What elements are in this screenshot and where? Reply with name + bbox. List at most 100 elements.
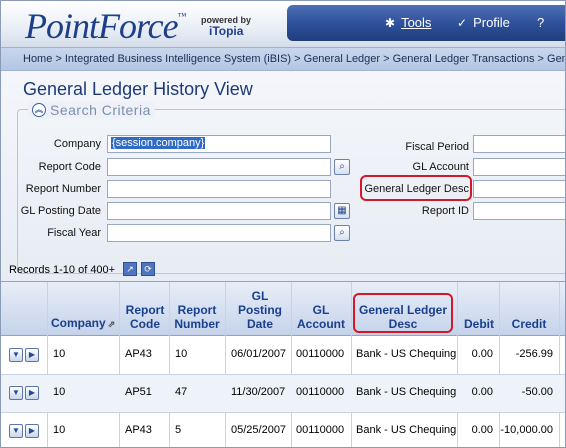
report-number-input[interactable] xyxy=(107,180,331,198)
search-criteria-header[interactable]: ︽ Search Criteria xyxy=(28,102,155,118)
nav-profile[interactable]: ✓ Profile xyxy=(457,15,510,30)
open-row-icon[interactable]: ▶ xyxy=(25,386,39,400)
cell-company: 10 xyxy=(53,386,66,398)
col-posting-date-line2: Posting xyxy=(238,303,282,317)
col-credit[interactable]: Credit xyxy=(501,317,557,331)
refresh-icon[interactable]: ⟳ xyxy=(141,262,155,276)
col-report-number-line1: Report xyxy=(177,303,217,317)
fiscal-year-input[interactable] xyxy=(107,224,331,242)
col-gl-account-line2: Account xyxy=(297,317,345,331)
col-debit[interactable]: Debit xyxy=(461,317,497,331)
gl-desc-input[interactable] xyxy=(473,180,565,198)
cell-report-code: AP43 xyxy=(125,424,152,436)
top-nav-bar: ✱ Tools ✓ Profile ? xyxy=(287,5,565,41)
breadcrumb-bar: Home > Integrated Business Intelligence … xyxy=(1,47,565,71)
table-row[interactable]: ▼ ▶ 10 AP43 5 05/25/2007 00110000 Bank -… xyxy=(1,413,565,447)
gl-account-label: GL Account xyxy=(412,161,469,173)
tools-icon: ✱ xyxy=(385,15,396,30)
nav-profile-label: Profile xyxy=(473,15,510,30)
cell-company: 10 xyxy=(53,348,66,360)
nav-tools[interactable]: ✱ Tools xyxy=(385,15,431,30)
app-header: PointForce™ powered by iTopia ✱ Tools ✓ … xyxy=(1,1,565,47)
col-posting-date-line3: Date xyxy=(246,317,273,331)
cell-gl-desc: Bank - US Chequing xyxy=(356,348,457,360)
open-row-icon[interactable]: ▶ xyxy=(25,348,39,362)
records-count: Records 1-10 of 400+ xyxy=(9,264,116,276)
expand-row-icon[interactable]: ▼ xyxy=(9,348,23,362)
report-id-input[interactable] xyxy=(473,202,565,220)
col-report-number[interactable]: Report Number xyxy=(171,303,223,331)
cell-gl-account: 00110000 xyxy=(296,348,345,360)
col-gl-desc[interactable]: General Ledger Desc xyxy=(355,303,451,331)
export-icon[interactable]: ↗ xyxy=(123,262,137,276)
cell-gl-desc: Bank - US Chequing xyxy=(356,386,457,398)
cell-gl-account: 00110000 xyxy=(296,424,345,436)
expand-row-icon[interactable]: ▼ xyxy=(9,386,23,400)
powered-by: powered by iTopia xyxy=(201,15,251,37)
itopia-brand: iTopia xyxy=(209,24,244,38)
cell-report-code: AP51 xyxy=(125,386,152,398)
collapse-icon[interactable]: ︽ xyxy=(32,103,46,117)
records-bar: Records 1-10 of 400+ ↗ ⟳ xyxy=(1,259,565,281)
main-content: General Ledger History View ︽ Search Cri… xyxy=(1,71,565,281)
app-window: PointForce™ powered by iTopia ✱ Tools ✓ … xyxy=(0,0,566,448)
report-code-input[interactable] xyxy=(107,158,331,176)
table-row[interactable]: ▼ ▶ 10 AP43 10 06/01/2007 00110000 Bank … xyxy=(1,337,565,375)
col-report-number-line2: Number xyxy=(174,317,220,331)
fiscal-period-label: Fiscal Period xyxy=(405,141,469,153)
cell-debit: 0.00 xyxy=(471,348,493,360)
logo-text: PointForce xyxy=(25,6,179,46)
cell-posting-date: 06/01/2007 xyxy=(231,348,287,360)
col-posting-date-line1: GL xyxy=(251,289,269,303)
col-gl-desc-line1: General Ledger xyxy=(358,303,448,317)
check-icon: ✓ xyxy=(457,15,468,30)
report-code-label: Report Code xyxy=(38,161,101,173)
report-id-label: Report ID xyxy=(421,205,469,217)
cell-debit: 0.00 xyxy=(471,424,493,436)
report-number-label: Report Number xyxy=(25,183,101,195)
help-icon: ? xyxy=(537,15,545,30)
cell-report-code: AP43 xyxy=(125,348,152,360)
gl-posting-date-label: GL Posting Date xyxy=(20,205,101,217)
expand-row-icon[interactable]: ▼ xyxy=(9,424,23,438)
sort-icon: ⇗ xyxy=(107,319,116,329)
col-debit-label: Debit xyxy=(464,317,494,331)
fiscal-year-lookup-icon[interactable]: ⌕ xyxy=(334,225,350,241)
cell-debit: 0.00 xyxy=(471,386,493,398)
col-credit-label: Credit xyxy=(511,317,547,331)
cell-posting-date: 05/25/2007 xyxy=(231,424,287,436)
table-row[interactable]: ▼ ▶ 10 AP51 47 11/30/2007 00110000 Bank … xyxy=(1,375,565,413)
cell-gl-desc: Bank - US Chequing xyxy=(356,424,457,436)
company-value: {session.company} xyxy=(111,137,206,149)
col-posting-date[interactable]: GL Posting Date xyxy=(229,289,291,331)
cell-credit: -10,000.00 xyxy=(500,424,553,436)
logo-trademark: ™ xyxy=(177,11,187,21)
fiscal-period-input[interactable] xyxy=(473,135,565,153)
company-input[interactable]: {session.company} xyxy=(107,135,331,153)
col-company-label: Company xyxy=(51,316,106,330)
report-code-lookup-icon[interactable]: ⌕ xyxy=(334,159,350,175)
cell-report-number: 47 xyxy=(175,386,188,398)
open-row-icon[interactable]: ▶ xyxy=(25,424,39,438)
col-report-code-line1: Report xyxy=(125,303,165,317)
col-gl-account-line1: GL xyxy=(312,303,330,317)
cell-posting-date: 11/30/2007 xyxy=(231,386,286,398)
col-gl-desc-line2: Desc xyxy=(388,317,418,331)
col-gl-account[interactable]: GL Account xyxy=(293,303,349,331)
col-company[interactable]: Company ⇗ xyxy=(51,316,121,331)
fiscal-year-label: Fiscal Year xyxy=(47,227,101,239)
company-label: Company xyxy=(53,138,101,150)
cell-credit: -50.00 xyxy=(521,386,553,398)
cell-company: 10 xyxy=(53,424,66,436)
col-report-code-line2: Code xyxy=(130,317,160,331)
gl-posting-date-input[interactable] xyxy=(107,202,331,220)
breadcrumb[interactable]: Home > Integrated Business Intelligence … xyxy=(23,53,565,65)
gl-account-input[interactable] xyxy=(473,158,565,176)
nav-help[interactable]: ? xyxy=(537,15,544,30)
nav-tools-label: Tools xyxy=(401,15,432,30)
calendar-icon[interactable]: ▦ xyxy=(334,203,350,219)
col-report-code[interactable]: Report Code xyxy=(121,303,169,331)
pointforce-logo: PointForce™ xyxy=(25,5,187,47)
gl-history-grid: Company ⇗ Report Code Report Number GL Po… xyxy=(1,281,565,447)
cell-credit: -256.99 xyxy=(515,348,553,360)
